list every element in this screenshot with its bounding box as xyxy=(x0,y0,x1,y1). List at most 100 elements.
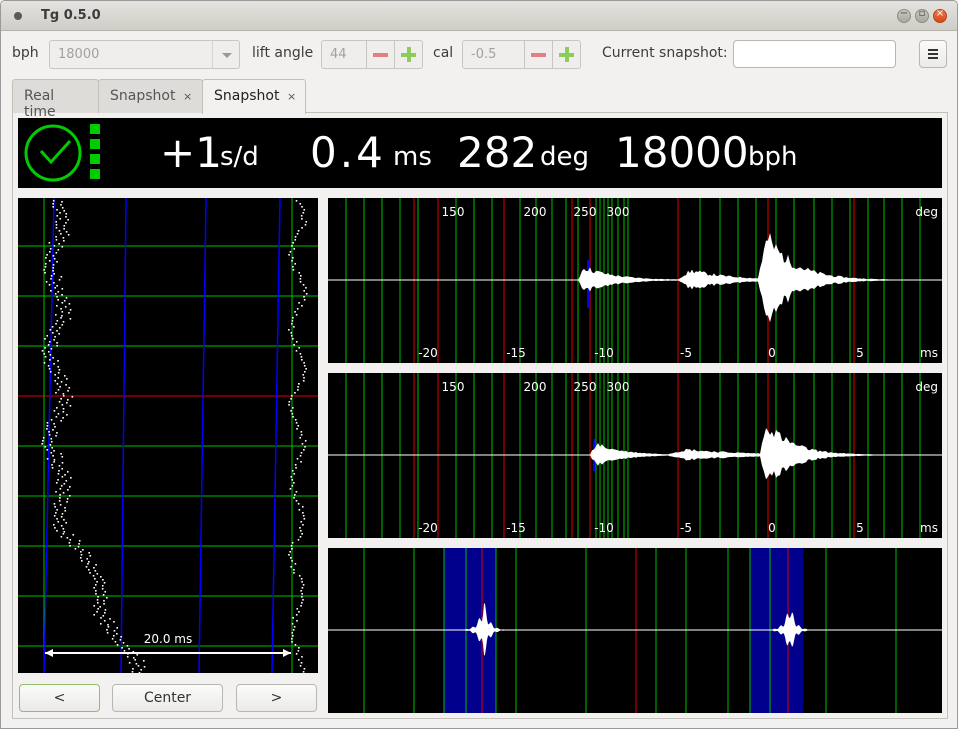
beat-dot xyxy=(113,630,116,632)
previous-button[interactable]: < xyxy=(19,684,100,712)
beat-dot xyxy=(55,314,57,316)
beat-dot xyxy=(137,665,140,667)
ms-tick: -20 xyxy=(418,346,438,360)
beat-dot xyxy=(61,462,64,464)
beat-dot xyxy=(48,284,51,286)
window-title: Tg 0.5.0 xyxy=(41,8,101,23)
beat-dot xyxy=(59,504,62,506)
beat-dot xyxy=(44,446,47,448)
beat-dot xyxy=(52,200,55,202)
deg-tick: 250 xyxy=(574,205,597,219)
beat-dot xyxy=(62,411,65,413)
beat-dot xyxy=(54,293,57,295)
beat-dot xyxy=(55,239,58,241)
clock-check-icon xyxy=(24,124,82,182)
beat-dot xyxy=(50,275,53,277)
lift-angle-increment-button[interactable] xyxy=(394,40,423,69)
beat-dot xyxy=(45,281,48,283)
tab-close-icon[interactable]: × xyxy=(183,90,192,103)
beat-dot xyxy=(293,326,295,328)
beat-dot xyxy=(52,264,55,266)
tab-snapshot-1[interactable]: Snapshot × xyxy=(98,79,203,113)
beat-dot xyxy=(305,368,307,370)
bph-combo[interactable]: 18000 xyxy=(49,40,213,69)
beat-dot xyxy=(106,632,109,634)
beat-dot xyxy=(47,344,50,346)
tab-label: Snapshot xyxy=(214,88,280,104)
beat-dot xyxy=(135,663,138,665)
beat-dot xyxy=(289,251,292,253)
tab-real-time[interactable]: Real time xyxy=(12,79,99,120)
beat-dot xyxy=(49,329,52,331)
beat-dot xyxy=(304,224,307,226)
tab-snapshot-2[interactable]: Snapshot × xyxy=(202,79,306,114)
beat-dot xyxy=(291,623,294,625)
beat-dot xyxy=(120,636,122,638)
beat-dot xyxy=(292,407,294,409)
beat-dot xyxy=(61,294,63,296)
tab-label: Snapshot xyxy=(110,88,176,104)
title-bar[interactable]: Tg 0.5.0 − ▫ × xyxy=(1,1,957,31)
beat-dot xyxy=(291,485,294,487)
paperstrip-plot[interactable]: 20.0 ms xyxy=(18,198,318,673)
beat-dot xyxy=(305,221,308,223)
deg-tick: 300 xyxy=(607,205,630,219)
beat-dot xyxy=(291,470,294,472)
lift-angle-decrement-button[interactable] xyxy=(366,40,395,69)
next-button[interactable]: > xyxy=(236,684,317,712)
beat-dot xyxy=(52,524,55,526)
beat-dot xyxy=(305,287,307,289)
beat-dot xyxy=(58,500,61,502)
beat-dot xyxy=(51,332,54,334)
beat-dot xyxy=(303,371,306,373)
center-button[interactable]: Center xyxy=(112,684,223,712)
beat-dot xyxy=(65,522,68,524)
beat-dot xyxy=(44,263,47,265)
beat-dot xyxy=(48,242,51,244)
cal-increment-button[interactable] xyxy=(552,40,581,69)
ms-tick: -20 xyxy=(418,521,438,535)
beat-dot xyxy=(50,348,53,350)
current-snapshot-input[interactable] xyxy=(733,40,896,68)
beat-dot xyxy=(291,638,293,640)
beat-dot xyxy=(44,338,46,340)
beat-dot xyxy=(290,566,293,568)
minimize-button[interactable]: − xyxy=(897,8,911,23)
beat-dot xyxy=(41,443,44,445)
beat-dot xyxy=(54,527,56,529)
maximize-button[interactable]: ▫ xyxy=(915,8,929,23)
beat-dot xyxy=(294,563,297,565)
beat-dot xyxy=(65,297,68,299)
beat-dot xyxy=(41,350,44,352)
beat-dot xyxy=(299,203,302,205)
menu-button[interactable] xyxy=(919,40,947,68)
beat-dot xyxy=(109,618,111,620)
beat-dot xyxy=(131,671,134,673)
beat-dot xyxy=(61,404,64,406)
beat-dot xyxy=(52,429,54,431)
rate-value: +1 xyxy=(160,128,222,177)
beat-dot xyxy=(57,389,60,391)
beat-dot xyxy=(298,611,300,613)
beat-dot xyxy=(297,650,300,652)
cal-field[interactable]: -0.5 xyxy=(462,40,525,69)
beat-dot xyxy=(46,335,49,337)
beat-dot xyxy=(126,656,129,658)
beat-dot xyxy=(132,657,135,659)
beat-dot xyxy=(56,209,58,211)
lift-angle-field[interactable]: 44 xyxy=(321,40,367,69)
beat-dot xyxy=(49,359,51,361)
beat-dot xyxy=(303,518,306,520)
beat-dot xyxy=(295,614,298,616)
beat-dot xyxy=(303,449,305,451)
beat-dot xyxy=(101,585,104,587)
beat-dot xyxy=(291,560,293,562)
close-window-button[interactable]: × xyxy=(933,8,947,23)
beat-dot xyxy=(55,435,57,437)
chevron-down-icon[interactable] xyxy=(212,40,240,69)
beat-dot xyxy=(291,542,294,544)
beat-dot xyxy=(295,491,298,493)
tab-close-icon[interactable]: × xyxy=(287,90,296,103)
cal-decrement-button[interactable] xyxy=(524,40,553,69)
beat-dot xyxy=(104,591,107,593)
